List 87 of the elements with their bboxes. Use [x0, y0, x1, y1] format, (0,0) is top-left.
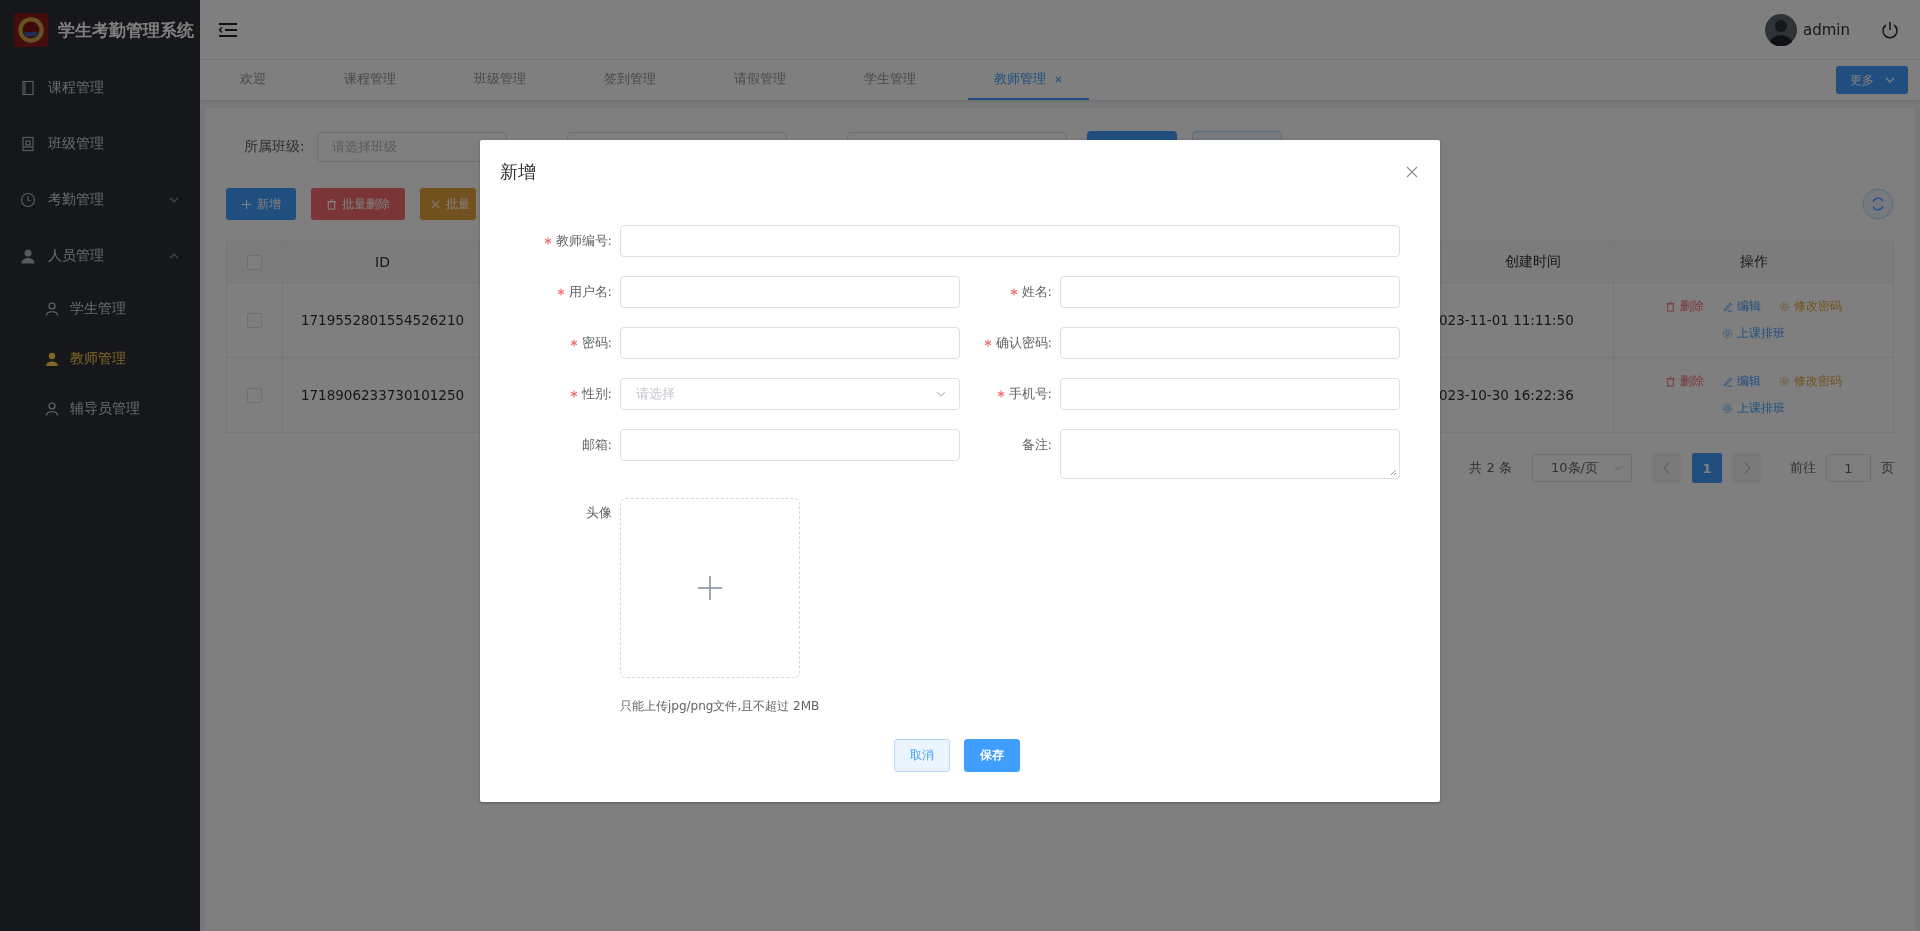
refresh-button[interactable]	[1862, 188, 1894, 220]
column-header: 创建时间	[1505, 253, 1561, 271]
page-suffix: 页	[1881, 459, 1894, 477]
goto-label: 前往	[1790, 459, 1816, 477]
dialog-button[interactable]: 保存	[964, 739, 1020, 772]
input-field[interactable]	[1060, 276, 1400, 308]
plus-icon	[241, 198, 252, 210]
gear-icon	[1779, 301, 1790, 312]
input-field[interactable]	[1060, 327, 1400, 359]
page-input[interactable]: 1	[1826, 454, 1871, 482]
avatar-upload[interactable]	[620, 498, 800, 678]
action-link[interactable]: 上课排班	[1722, 400, 1785, 417]
trash-icon	[326, 198, 337, 210]
toolbar-button[interactable]: 新增	[226, 188, 296, 220]
avatar[interactable]	[1765, 13, 1797, 46]
input-field[interactable]	[620, 225, 1400, 257]
textarea-field[interactable]	[1060, 429, 1400, 479]
input-field[interactable]	[1060, 378, 1400, 410]
action-link[interactable]: 修改密码	[1779, 298, 1842, 315]
sidebar-subitem[interactable]: 教师管理	[0, 334, 200, 384]
action-link[interactable]: 编辑	[1722, 298, 1761, 315]
input-field[interactable]	[620, 429, 960, 461]
action-link[interactable]: 删除	[1665, 373, 1704, 390]
gear-icon	[1722, 403, 1733, 414]
trash-icon	[1665, 301, 1676, 312]
field-label: 姓名:	[1021, 283, 1052, 301]
field-label: 密码:	[581, 334, 612, 352]
dialog-title: 新增	[500, 160, 536, 184]
user-icon	[44, 401, 60, 417]
more-button[interactable]: 更多	[1836, 66, 1908, 94]
close-icon[interactable]	[1406, 166, 1418, 178]
plus-icon	[696, 574, 724, 602]
input-field[interactable]	[620, 276, 960, 308]
action-link[interactable]: 修改密码	[1779, 373, 1842, 390]
page-button[interactable]: 1	[1692, 453, 1722, 483]
action-link[interactable]: 删除	[1665, 298, 1704, 315]
table-cell: 023-10-30 16:22:36	[1439, 387, 1574, 403]
upload-hint: 只能上传jpg/png文件,且不超过 2MB	[620, 698, 821, 715]
table-cell: 023-11-01 11:11:50	[1439, 312, 1574, 328]
field-label: 教师编号:	[555, 232, 612, 250]
select-field[interactable]: 请选择	[620, 378, 960, 410]
filter-label: 所属班级:	[244, 138, 305, 156]
dialog-button[interactable]: 取消	[894, 739, 950, 772]
user-icon	[44, 351, 60, 367]
field-label: 备注:	[1021, 436, 1052, 454]
total-count: 共 2 条	[1469, 459, 1512, 477]
sidebar-subitem[interactable]: 辅导员管理	[0, 384, 200, 434]
power-icon[interactable]	[1880, 19, 1900, 40]
toolbar-button[interactable]: 批量删除	[311, 188, 405, 220]
action-link[interactable]: 编辑	[1722, 373, 1761, 390]
close-icon	[430, 198, 441, 210]
clock-icon	[20, 192, 36, 208]
sidebar-subitem[interactable]: 学生管理	[0, 284, 200, 334]
pencil-icon	[1722, 301, 1733, 312]
field-label: 性别:	[581, 385, 612, 403]
sidebar-item[interactable]: 班级管理	[0, 116, 200, 172]
sidebar-item[interactable]: 考勤管理	[0, 172, 200, 228]
user-icon	[20, 248, 36, 264]
resize-handle-icon[interactable]	[1389, 468, 1397, 476]
sidebar-item[interactable]: 人员管理	[0, 228, 200, 284]
input-field[interactable]	[620, 327, 960, 359]
sidebar-item[interactable]: 课程管理	[0, 60, 200, 116]
gear-icon	[1722, 328, 1733, 339]
tab[interactable]: 教师管理	[968, 60, 1089, 100]
user-icon	[44, 301, 60, 317]
close-icon[interactable]	[1054, 74, 1063, 84]
menu-icon[interactable]	[218, 21, 238, 38]
column-header: 操作	[1739, 253, 1768, 271]
field-label: 头像	[586, 504, 612, 522]
action-link[interactable]: 上课排班	[1722, 325, 1785, 342]
book-icon	[20, 80, 36, 96]
column-header: ID	[375, 254, 390, 270]
table-cell: 1719552801554526210	[300, 312, 465, 328]
table-cell: 1718906233730101250	[300, 387, 465, 403]
gear-icon	[1779, 376, 1790, 387]
user-name[interactable]: admin	[1803, 20, 1850, 39]
toolbar-button[interactable]: 批量	[420, 188, 476, 220]
pencil-icon	[1722, 376, 1733, 387]
field-label: 用户名:	[568, 283, 612, 301]
page-size-select[interactable]: 10条/页	[1532, 454, 1632, 482]
field-label: 确认密码:	[995, 334, 1052, 352]
building-icon	[20, 136, 36, 152]
trash-icon	[1665, 376, 1676, 387]
field-label: 邮箱:	[581, 436, 612, 454]
logo-icon	[14, 13, 48, 47]
app-title: 学生考勤管理系统	[58, 18, 194, 42]
field-label: 手机号:	[1008, 385, 1052, 403]
